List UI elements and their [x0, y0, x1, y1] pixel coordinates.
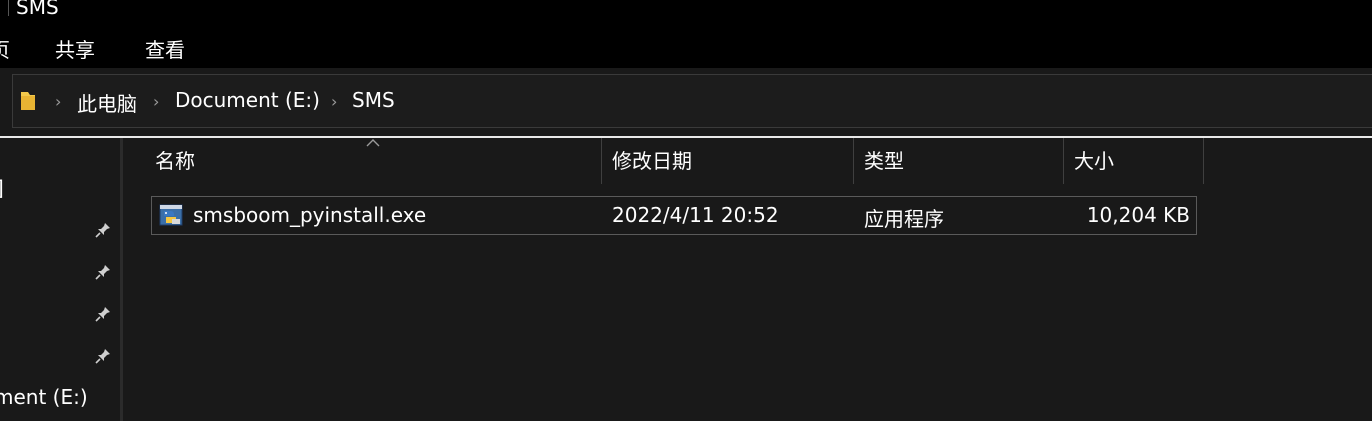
- address-bar-area: › 此电脑 › Document (E:) › SMS: [0, 68, 1372, 134]
- pin-icon[interactable]: [94, 305, 112, 323]
- breadcrumb-chevron-icon[interactable]: ›: [55, 92, 61, 111]
- column-header-size[interactable]: 大小: [1064, 138, 1203, 184]
- folder-icon: [21, 92, 35, 110]
- address-bar[interactable]: › 此电脑 › Document (E:) › SMS: [12, 74, 1372, 128]
- breadcrumb-sms[interactable]: SMS: [352, 88, 395, 112]
- nav-item-fragment[interactable]: ]: [0, 176, 4, 200]
- ribbon: 页 共享 查看: [0, 20, 1372, 68]
- breadcrumb-chevron-icon[interactable]: ›: [331, 92, 337, 111]
- column-header-type[interactable]: 类型: [854, 138, 1063, 184]
- breadcrumb-drive[interactable]: Document (E:): [175, 88, 320, 112]
- title-separator: [8, 0, 9, 16]
- python-exe-icon: [159, 204, 183, 226]
- tab-view[interactable]: 查看: [145, 34, 185, 63]
- column-header-modified[interactable]: 修改日期: [602, 138, 853, 184]
- window-title: SMS: [16, 0, 59, 19]
- pin-icon[interactable]: [94, 221, 112, 239]
- navigation-pane: ] ment (E:): [0, 138, 120, 421]
- column-header-name[interactable]: 名称: [145, 138, 601, 184]
- pin-icon[interactable]: [94, 347, 112, 365]
- file-name: smsboom_pyinstall.exe: [193, 203, 427, 227]
- file-type: 应用程序: [864, 207, 944, 231]
- tab-home[interactable]: 页: [0, 34, 10, 63]
- file-size: 10,204 KB: [1086, 203, 1190, 227]
- file-row[interactable]: smsboom_pyinstall.exe 2022/4/11 20:52 应用…: [151, 196, 1197, 235]
- file-modified: 2022/4/11 20:52: [612, 203, 779, 227]
- column-divider[interactable]: [1203, 138, 1204, 184]
- breadcrumb-chevron-icon[interactable]: ›: [153, 92, 159, 111]
- breadcrumb-this-pc[interactable]: 此电脑: [77, 88, 137, 117]
- tab-share[interactable]: 共享: [55, 34, 95, 63]
- nav-item-drive-e[interactable]: ment (E:): [0, 385, 88, 409]
- title-bar: SMS: [0, 0, 1372, 20]
- pin-icon[interactable]: [94, 263, 112, 281]
